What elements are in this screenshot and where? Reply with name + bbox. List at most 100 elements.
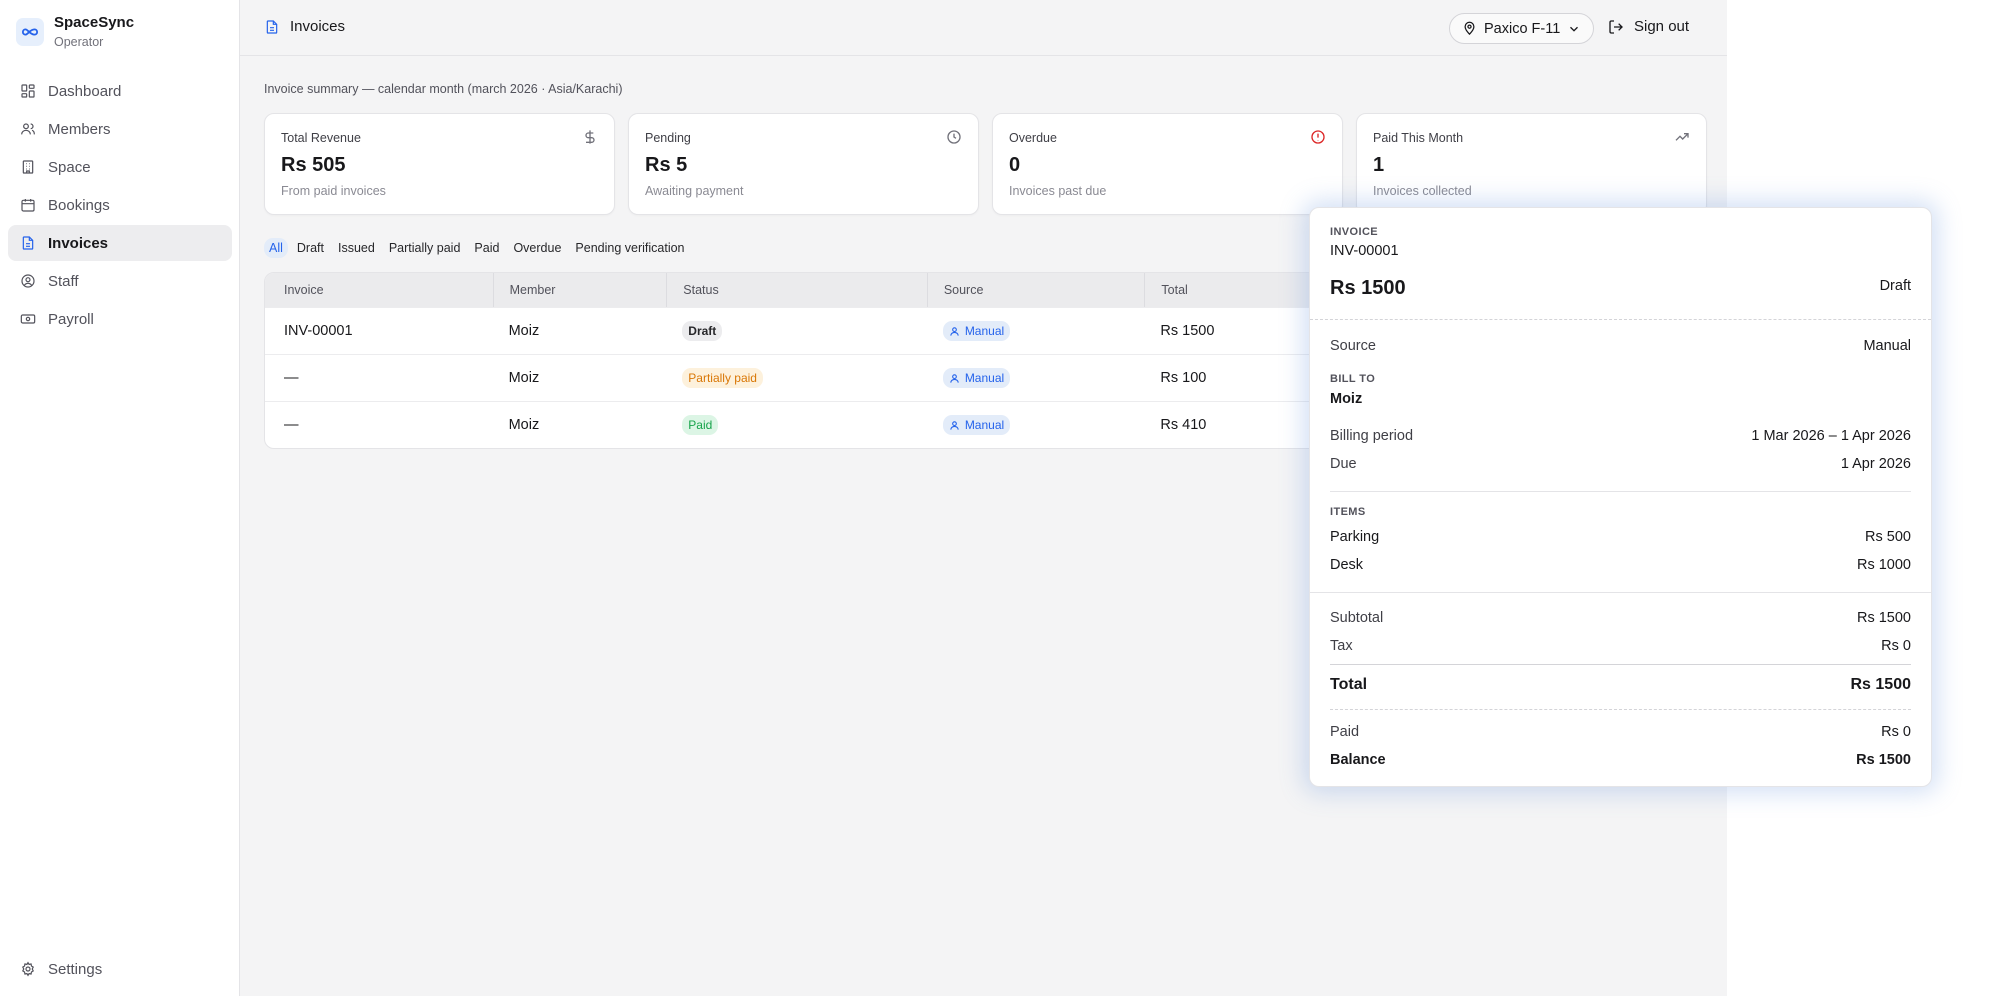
- due-value: 1 Apr 2026: [1840, 456, 1911, 472]
- invoice-preview-popover: INVOICE INV-00001 Rs 1500 Draft Source M…: [1309, 207, 1932, 787]
- table-row[interactable]: INV-00001 Moiz Draft Manual Rs 1500: [265, 307, 1380, 354]
- column-header-member[interactable]: Member: [492, 273, 667, 307]
- source-value: Manual: [1863, 338, 1911, 354]
- file-text-icon: [22, 236, 34, 250]
- location-select[interactable]: Paxico F-11: [1449, 13, 1595, 44]
- column-header-status[interactable]: Status: [666, 273, 927, 307]
- sidebar-item-bookings[interactable]: Bookings: [8, 187, 232, 223]
- paid-value: Rs 0: [1881, 724, 1911, 740]
- filter-issued[interactable]: Issued: [333, 238, 380, 258]
- card-value: 1: [1373, 154, 1385, 176]
- card-label: Overdue: [1009, 131, 1057, 145]
- sidebar-item-payroll[interactable]: Payroll: [8, 301, 232, 337]
- chevron-down-icon: [1570, 26, 1579, 32]
- trending-up-icon: [1675, 133, 1689, 141]
- status-badge: Draft: [682, 321, 723, 341]
- card-value: Rs 5: [645, 154, 688, 176]
- billing-period-label: Billing period: [1330, 428, 1414, 444]
- status-badge: Partially paid: [682, 368, 763, 388]
- sidebar-item-label: Members: [48, 120, 111, 138]
- users-icon: [21, 123, 35, 135]
- card-paid-this-month: Paid This Month 1 Invoices collected: [1356, 113, 1707, 215]
- card-label: Total Revenue: [281, 131, 361, 145]
- sidebar-nav: Dashboard Members Space Bookings Invoice…: [8, 73, 232, 339]
- filter-overdue[interactable]: Overdue: [508, 238, 566, 258]
- app-role: Operator: [54, 35, 104, 49]
- sidebar-item-dashboard[interactable]: Dashboard: [8, 73, 232, 109]
- map-pin-icon: [1464, 21, 1475, 35]
- card-label: Pending: [645, 131, 691, 145]
- paid-label: Paid: [1330, 724, 1360, 740]
- brand[interactable]: SpaceSync Operator: [16, 14, 134, 50]
- popover-status: Draft: [1879, 278, 1911, 294]
- calendar-icon: [21, 199, 35, 212]
- popover-paid-row: Paid Rs 0: [1330, 724, 1911, 740]
- source-label: Manual: [964, 324, 1005, 338]
- user-icon: [950, 326, 959, 336]
- popover-billing-period-row: Billing period 1 Mar 2026 – 1 Apr 2026: [1330, 428, 1911, 444]
- grid-icon: [21, 84, 35, 98]
- cell-member: Moiz: [508, 370, 540, 386]
- popover-due-row: Due 1 Apr 2026: [1330, 456, 1911, 472]
- due-label: Due: [1330, 456, 1357, 472]
- card-sub: Invoices collected: [1373, 184, 1472, 198]
- dollar-icon: [585, 130, 595, 144]
- tax-value: Rs 0: [1881, 638, 1911, 654]
- page-title: Invoices: [264, 18, 345, 35]
- sidebar-item-label: Dashboard: [48, 82, 122, 100]
- topbar: Invoices Paxico F-11 Sign out: [240, 0, 1727, 56]
- divider: [1310, 319, 1931, 320]
- column-header-invoice[interactable]: Invoice: [265, 283, 493, 297]
- items-label: ITEMS: [1330, 506, 1366, 518]
- filter-paid[interactable]: Paid: [469, 238, 504, 258]
- subtotal-label: Subtotal: [1330, 610, 1384, 626]
- filter-all[interactable]: All: [264, 238, 288, 258]
- sidebar-item-space[interactable]: Space: [8, 149, 232, 185]
- popover-item-row: Desk Rs 1000: [1330, 557, 1911, 573]
- sidebar-item-label: Settings: [48, 960, 103, 978]
- card-overdue: Overdue 0 Invoices past due: [992, 113, 1343, 215]
- signout-button[interactable]: Sign out: [1608, 18, 1689, 35]
- banknote-icon: [20, 314, 36, 324]
- sidebar: SpaceSync Operator Dashboard Members Spa…: [0, 0, 240, 996]
- status-filters: All Draft Issued Partially paid Paid Ove…: [264, 238, 690, 258]
- divider: [1330, 491, 1911, 492]
- popover-source-row: Source Manual: [1330, 338, 1911, 354]
- item-amount: Rs 500: [1865, 529, 1911, 545]
- filter-draft[interactable]: Draft: [292, 238, 329, 258]
- table-row[interactable]: — Moiz Partially paid Manual Rs 100: [265, 354, 1380, 401]
- sidebar-item-staff[interactable]: Staff: [8, 263, 232, 299]
- cell-invoice: INV-00001: [284, 323, 353, 339]
- filter-pending-verification[interactable]: Pending verification: [570, 238, 689, 258]
- gear-icon: [22, 961, 34, 977]
- divider: [1330, 709, 1911, 710]
- card-value: Rs 505: [281, 154, 346, 176]
- cell-invoice: —: [284, 370, 299, 386]
- signout-label: Sign out: [1634, 18, 1690, 35]
- page-title-text: Invoices: [290, 18, 346, 35]
- clock-icon: [947, 130, 961, 144]
- sidebar-item-settings[interactable]: Settings: [8, 951, 232, 987]
- source-label: Manual: [964, 371, 1005, 385]
- source-badge: Manual: [942, 321, 1011, 341]
- sidebar-item-label: Payroll: [48, 310, 94, 328]
- user-icon: [950, 373, 959, 383]
- app-name: SpaceSync: [54, 14, 135, 31]
- source-badge: Manual: [942, 368, 1011, 388]
- sidebar-item-members[interactable]: Members: [8, 111, 232, 147]
- sidebar-item-label: Staff: [48, 272, 79, 290]
- user-icon: [950, 420, 959, 430]
- filter-partially-paid[interactable]: Partially paid: [384, 238, 466, 258]
- card-sub: Invoices past due: [1009, 184, 1107, 198]
- source-badge: Manual: [942, 415, 1011, 435]
- total-value: Rs 1500: [1850, 676, 1912, 693]
- table-row[interactable]: — Moiz Paid Manual Rs 410: [265, 401, 1380, 448]
- item-name: Desk: [1330, 557, 1364, 573]
- building-icon: [22, 160, 34, 174]
- log-out-icon: [1609, 19, 1623, 34]
- sidebar-item-invoices[interactable]: Invoices: [8, 225, 232, 261]
- location-value: Paxico F-11: [1484, 20, 1561, 37]
- divider: [1310, 592, 1931, 593]
- popover-item-row: Parking Rs 500: [1330, 529, 1911, 545]
- column-header-source[interactable]: Source: [926, 273, 1145, 307]
